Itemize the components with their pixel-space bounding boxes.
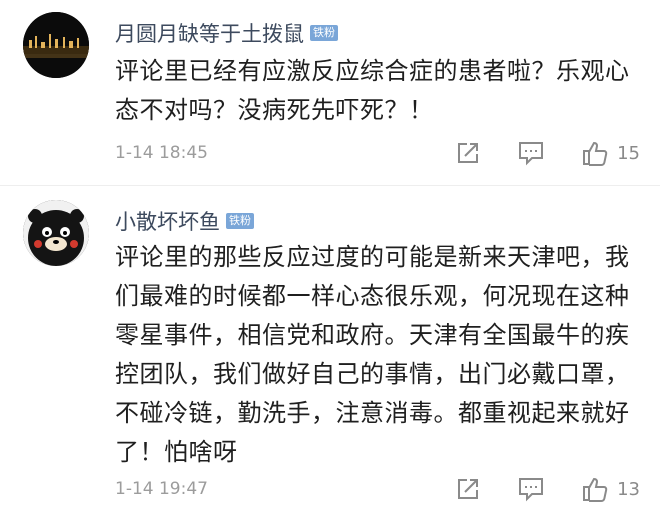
comment-meta: 1-14 18:45 15 — [115, 138, 640, 168]
comment-time: 1-14 19:47 — [115, 479, 208, 499]
comment-meta: 1-14 19:47 13 — [115, 474, 640, 504]
comment-icon — [519, 142, 544, 166]
username-text[interactable]: 月圆月缺等于土拨鼠 — [115, 18, 304, 48]
like-count: 13 — [617, 478, 640, 500]
avatar[interactable] — [23, 200, 89, 266]
avatar[interactable] — [23, 12, 89, 78]
like-button[interactable]: 13 — [581, 475, 640, 503]
comment-icon — [519, 478, 544, 502]
comment-item: 小散坏坏鱼 铁粉 评论里的那些反应过度的可能是新来天津吧，我们最难的时候都一样心… — [0, 186, 660, 517]
comment-item: 月圆月缺等于土拨鼠 铁粉 评论里已经有应激反应综合症的患者啦？乐观心态不对吗？没… — [0, 0, 660, 185]
comment-text: 评论里已经有应激反应综合症的患者啦？乐观心态不对吗？没病死先吓死？！ — [115, 57, 630, 124]
fan-badge: 铁粉 — [226, 213, 254, 229]
like-count: 15 — [617, 142, 640, 164]
username[interactable]: 月圆月缺等于土拨鼠 铁粉 — [115, 18, 338, 48]
reply-button[interactable] — [517, 140, 545, 166]
comment-time: 1-14 18:45 — [115, 143, 208, 163]
fan-badge: 铁粉 — [310, 25, 338, 41]
like-icon — [583, 477, 608, 502]
share-button[interactable] — [455, 140, 481, 166]
share-icon — [458, 143, 479, 163]
like-button[interactable]: 15 — [581, 139, 640, 167]
reply-button[interactable] — [517, 476, 545, 502]
share-button[interactable] — [455, 476, 481, 502]
username-text[interactable]: 小散坏坏鱼 — [115, 206, 220, 236]
comment-actions: 13 — [419, 474, 640, 504]
comment-actions: 15 — [419, 138, 640, 168]
like-icon — [583, 141, 608, 166]
comment-text: 评论里的那些反应过度的可能是新来天津吧，我们最难的时候都一样心态很乐观，何况现在… — [115, 243, 630, 466]
share-icon — [458, 479, 479, 499]
username[interactable]: 小散坏坏鱼 铁粉 — [115, 206, 254, 236]
